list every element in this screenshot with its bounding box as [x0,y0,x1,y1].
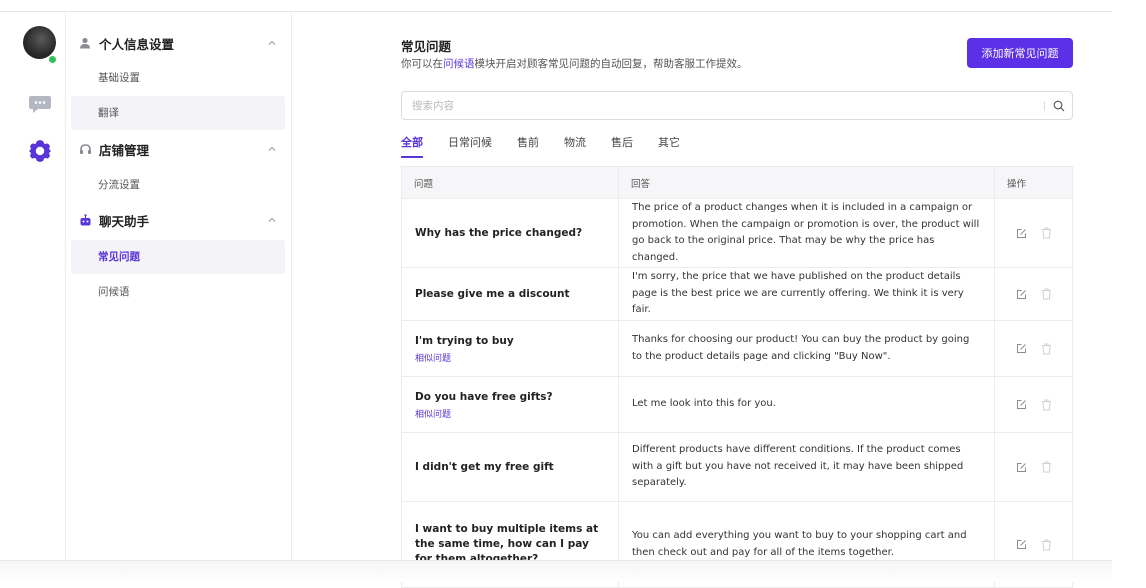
column-header-actions: 操作 [1007,178,1027,190]
question-cell: I'm trying to buy 相似问题 [402,321,619,376]
tab-daily-greetings[interactable]: 日常问候 [448,134,492,156]
tab-logistics[interactable]: 物流 [564,134,586,156]
answer-cell: The price of a product changes when it i… [619,199,995,267]
answer-text: Different products have different condit… [632,444,964,489]
page-title: 常见问题 [401,39,452,54]
menu-group-title: 个人信息设置 [99,36,175,52]
answer-cell: Let me look into this for you. [619,377,995,432]
delete-icon[interactable] [1041,461,1052,473]
tab-after-sale[interactable]: 售后 [611,134,633,156]
answer-text: Thanks for choosing our product! You can… [632,334,970,362]
page-description: 你可以在问候语模块开启对顾客常见问题的自动回复，帮助客服工作提效。 [401,56,748,71]
greetings-link[interactable]: 问候语 [443,58,475,70]
question-text: Please give me a discount [415,287,570,300]
table-header: 问题 回答 操作 [402,167,1072,199]
sidebar-item-greetings[interactable]: 问候语 [71,275,285,309]
menu-group-chat-assistant[interactable]: 聊天助手 [78,203,285,237]
question-cell: Please give me a discount [402,268,619,320]
sidebar-item-translate[interactable]: 翻译 [71,96,285,130]
delete-icon[interactable] [1041,227,1052,239]
bottom-scroll-fade [0,560,1112,582]
edit-icon[interactable] [1016,227,1027,239]
actions-cell [995,433,1072,501]
settings-sidebar: 个人信息设置 基础设置 翻译 店铺管理 分流设置 聊天助手 常见问题 问候语 [66,12,292,560]
edit-icon[interactable] [1016,461,1027,473]
question-cell: Why has the price changed? [402,199,619,267]
question-text: Why has the price changed? [415,226,583,239]
sidebar-item-routing[interactable]: 分流设置 [71,168,285,202]
answer-cell: Different products have different condit… [619,433,995,501]
tab-other[interactable]: 其它 [658,134,680,156]
gear-icon[interactable] [27,138,53,164]
delete-icon[interactable] [1041,343,1052,355]
answer-text: The price of a product changes when it i… [632,202,980,263]
headset-icon [78,142,92,156]
edit-icon[interactable] [1016,343,1027,355]
delete-icon[interactable] [1041,399,1052,411]
menu-group-store[interactable]: 店铺管理 [78,132,285,166]
menu-group-title: 聊天助手 [99,213,150,229]
online-status-dot [48,55,57,64]
search-divider [1044,100,1045,111]
chevron-up-icon[interactable] [267,144,277,154]
table-row: I didn't get my free gift Different prod… [402,433,1072,502]
edit-icon[interactable] [1016,399,1027,411]
actions-cell [995,377,1072,432]
actions-cell [995,321,1072,376]
column-header-answer: 回答 [619,167,995,198]
description-prefix: 你可以在 [401,58,443,70]
search-icon[interactable] [1053,100,1065,112]
user-icon [78,36,92,50]
question-text: Do you have free gifts? [415,390,553,403]
search-input[interactable] [402,92,1044,119]
category-tabs: 全部 日常问候 售前 物流 售后 其它 [401,134,705,158]
edit-icon[interactable] [1016,539,1027,551]
tab-pre-sale[interactable]: 售前 [517,134,539,156]
chat-bubble-icon[interactable] [28,94,52,114]
robot-icon [78,213,92,227]
sidebar-item-faq[interactable]: 常见问题 [71,240,285,274]
add-faq-button[interactable]: 添加新常见问题 [967,38,1073,68]
answer-cell: I'm sorry, the price that we have publis… [619,268,995,320]
faq-table: 问题 回答 操作 Why has the price changed? The … [401,166,1073,588]
answer-text: I'm sorry, the price that we have publis… [632,271,964,316]
menu-group-personal[interactable]: 个人信息设置 [78,26,285,60]
table-row: I'm trying to buy 相似问题 Thanks for choosi… [402,321,1072,377]
chevron-up-icon[interactable] [267,38,277,48]
actions-cell [995,199,1072,267]
answer-cell: Thanks for choosing our product! You can… [619,321,995,376]
menu-group-title: 店铺管理 [99,142,150,158]
similar-questions-link[interactable]: 相似问题 [415,407,606,420]
answer-text: You can add everything you want to buy t… [632,530,967,558]
description-suffix: 模块开启对顾客常见问题的自动回复，帮助客服工作提效。 [474,58,748,70]
tab-all[interactable]: 全部 [401,134,423,158]
delete-icon[interactable] [1041,288,1052,300]
similar-questions-link[interactable]: 相似问题 [415,351,606,364]
question-cell: I didn't get my free gift [402,433,619,501]
table-row: Do you have free gifts? 相似问题 Let me look… [402,377,1072,433]
edit-icon[interactable] [1016,288,1027,300]
table-row: Please give me a discount I'm sorry, the… [402,268,1072,321]
delete-icon[interactable] [1041,539,1052,551]
sidebar-item-basic-settings[interactable]: 基础设置 [71,61,285,95]
question-cell: Do you have free gifts? 相似问题 [402,377,619,432]
column-header-question: 问题 [402,167,619,198]
search-bar [401,91,1073,120]
answer-text: Let me look into this for you. [632,398,776,410]
table-row: Why has the price changed? The price of … [402,199,1072,268]
actions-cell [995,268,1072,320]
chevron-up-icon[interactable] [267,215,277,225]
question-text: I didn't get my free gift [415,460,554,473]
question-text: I'm trying to buy [415,334,514,347]
